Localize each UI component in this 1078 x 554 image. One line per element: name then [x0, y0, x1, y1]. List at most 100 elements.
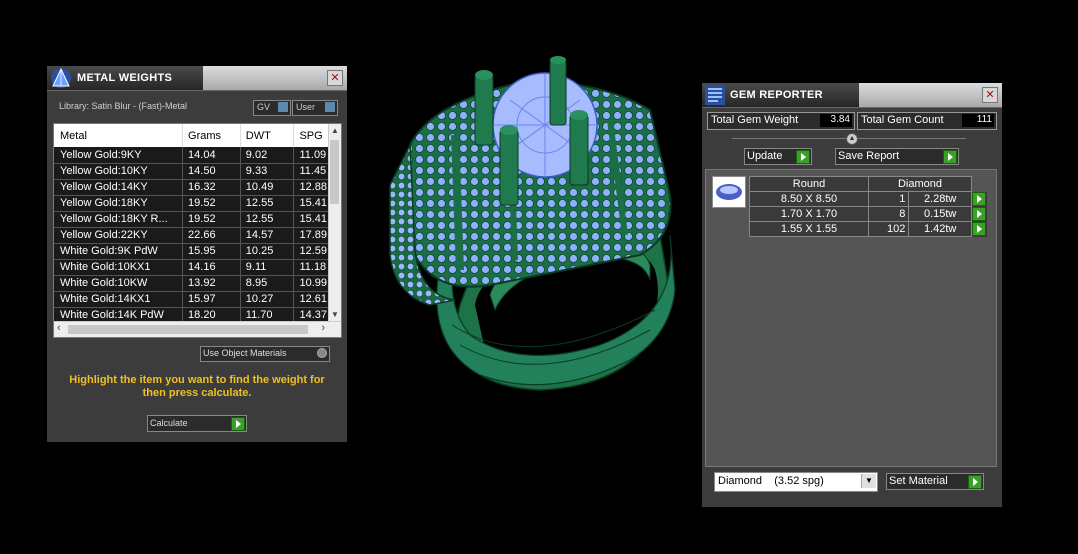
- gv-label: GV: [257, 102, 271, 112]
- grams-cell: 16.32: [182, 179, 241, 196]
- column-header-grams[interactable]: Grams: [182, 124, 241, 147]
- total-gem-count-value: 111: [962, 114, 994, 127]
- gem-weight-cell: 0.15tw: [908, 206, 972, 222]
- play-arrow-icon: [972, 207, 986, 221]
- horizontal-scrollbar[interactable]: ‹ ›: [54, 321, 341, 337]
- dwt-cell: 8.95: [240, 275, 295, 292]
- dwt-cell: 9.02: [240, 147, 295, 164]
- report-logo-icon: [705, 85, 725, 105]
- play-arrow-icon: [968, 475, 982, 489]
- prong: [549, 59, 567, 126]
- metal-name-cell: White Gold:10KW: [54, 275, 184, 292]
- calculate-button[interactable]: Calculate: [147, 415, 247, 432]
- gem-select-button[interactable]: [972, 207, 987, 222]
- gem-weight-cell: 2.28tw: [908, 191, 972, 207]
- dwt-cell: 10.25: [240, 243, 295, 260]
- dwt-cell: 12.55: [240, 195, 295, 212]
- dwt-cell: 12.55: [240, 211, 295, 228]
- total-gem-count-label: Total Gem Count: [861, 114, 944, 126]
- close-icon[interactable]: ✕: [327, 70, 343, 86]
- gem-count-cell: 8: [867, 206, 910, 222]
- table-row[interactable]: White Gold:10KX1 14.16 9.11 11.18: [54, 259, 329, 276]
- gem-select-button[interactable]: [972, 222, 987, 237]
- play-arrow-icon: [972, 192, 986, 206]
- scroll-left-icon[interactable]: ‹: [57, 322, 61, 334]
- table-row[interactable]: 8.50 X 8.50 1 2.28tw: [749, 191, 987, 207]
- table-row[interactable]: Yellow Gold:18KY R... 19.52 12.55 15.41: [54, 211, 329, 228]
- table-row[interactable]: Yellow Gold:9KY 14.04 9.02 11.09: [54, 147, 329, 164]
- play-arrow-icon: [943, 150, 957, 164]
- prong: [499, 129, 519, 206]
- column-header-spg[interactable]: SPG: [294, 124, 329, 147]
- total-gem-weight-label: Total Gem Weight: [711, 114, 799, 126]
- collapse-toggle-icon[interactable]: ▲: [846, 133, 858, 145]
- column-header-dwt[interactable]: DWT: [240, 124, 295, 147]
- table-row[interactable]: Yellow Gold:14KY 16.32 10.49 12.88: [54, 179, 329, 196]
- set-material-button[interactable]: Set Material: [886, 473, 984, 490]
- spg-cell: 17.89: [293, 227, 329, 244]
- column-header-metal[interactable]: Metal: [54, 124, 184, 147]
- gem-thumbnail[interactable]: [712, 176, 746, 208]
- metal-table-container: Metal Grams DWT SPG Yellow Gold:9KY 14.04…: [53, 123, 342, 338]
- spg-cell: 11.09: [293, 147, 329, 164]
- gem-shape-header: Round: [749, 176, 869, 192]
- table-row[interactable]: White Gold:14KX1 15.97 10.27 12.61: [54, 291, 329, 308]
- scroll-down-icon[interactable]: ▼: [331, 310, 339, 319]
- metal-weights-titlebar[interactable]: METAL WEIGHTS ✕: [47, 66, 347, 91]
- scroll-right-icon[interactable]: ›: [321, 322, 325, 334]
- panel-title: GEM REPORTER: [730, 89, 823, 101]
- material-select[interactable]: Diamond (3.52 spg) ▼: [714, 472, 878, 492]
- user-toggle[interactable]: User: [292, 100, 338, 116]
- table-row[interactable]: 1.70 X 1.70 8 0.15tw: [749, 206, 987, 222]
- spg-cell: 10.99: [293, 275, 329, 292]
- user-indicator-icon: [325, 102, 335, 112]
- spg-cell: 11.18: [293, 259, 329, 276]
- total-gem-count-box: Total Gem Count 111: [857, 112, 997, 130]
- scroll-thumb[interactable]: [330, 140, 339, 204]
- spg-cell: 12.59: [293, 243, 329, 260]
- grams-cell: 22.66: [182, 227, 241, 244]
- prong: [569, 114, 589, 186]
- table-row[interactable]: Yellow Gold:18KY 19.52 12.55 15.41: [54, 195, 329, 212]
- save-report-button[interactable]: Save Report: [835, 148, 959, 165]
- spg-cell: 15.41: [293, 195, 329, 212]
- scroll-up-icon[interactable]: ▲: [331, 126, 339, 135]
- update-label: Update: [747, 150, 783, 162]
- table-row[interactable]: Yellow Gold:10KY 14.50 9.33 11.45: [54, 163, 329, 180]
- gem-reporter-titlebar[interactable]: GEM REPORTER ✕: [702, 83, 1002, 108]
- table-row[interactable]: White Gold:9K PdW 15.95 10.25 12.59: [54, 243, 329, 260]
- pyramid-logo-icon: [51, 67, 71, 88]
- gem-size-cell: 1.70 X 1.70: [749, 206, 869, 222]
- grams-cell: 14.04: [182, 147, 241, 164]
- dwt-cell: 14.57: [240, 227, 295, 244]
- scroll-thumb-h[interactable]: [68, 325, 308, 334]
- gem-size-cell: 1.55 X 1.55: [749, 221, 869, 237]
- table-row[interactable]: Yellow Gold:22KY 22.66 14.57 17.89: [54, 227, 329, 244]
- play-arrow-icon: [972, 222, 986, 236]
- panel-title: METAL WEIGHTS: [77, 72, 173, 84]
- grams-cell: 19.52: [182, 211, 241, 228]
- total-gem-weight-box: Total Gem Weight 3.84: [707, 112, 855, 130]
- material-select-value: Diamond (3.52 spg): [718, 475, 824, 487]
- grams-cell: 14.50: [182, 163, 241, 180]
- metal-table: Metal Grams DWT SPG Yellow Gold:9KY 14.04…: [54, 124, 329, 324]
- metal-name-cell: Yellow Gold:14KY: [54, 179, 184, 196]
- use-object-materials-toggle[interactable]: Use Object Materials: [200, 346, 330, 362]
- table-row[interactable]: 1.55 X 1.55 102 1.42tw: [749, 221, 987, 237]
- chevron-down-icon[interactable]: ▼: [861, 474, 876, 488]
- table-row[interactable]: White Gold:10KW 13.92 8.95 10.99: [54, 275, 329, 292]
- user-label: User: [296, 102, 316, 112]
- metal-name-cell: Yellow Gold:18KY R...: [54, 211, 184, 228]
- metal-name-cell: White Gold:10KX1: [54, 259, 184, 276]
- update-button[interactable]: Update: [744, 148, 812, 165]
- close-icon[interactable]: ✕: [982, 87, 998, 103]
- vertical-scrollbar[interactable]: ▲ ▼: [328, 124, 341, 321]
- gem-count-cell: 1: [867, 191, 910, 207]
- gem-reporter-panel: GEM REPORTER ✕ Total Gem Weight 3.84 Tot…: [702, 83, 1002, 507]
- gem-select-button[interactable]: [972, 192, 987, 207]
- gv-toggle[interactable]: GV: [253, 100, 291, 116]
- gem-count-cell: 102: [867, 221, 910, 237]
- set-material-label: Set Material: [889, 475, 948, 487]
- round-gem-icon: [716, 184, 742, 200]
- grams-cell: 15.97: [182, 291, 241, 308]
